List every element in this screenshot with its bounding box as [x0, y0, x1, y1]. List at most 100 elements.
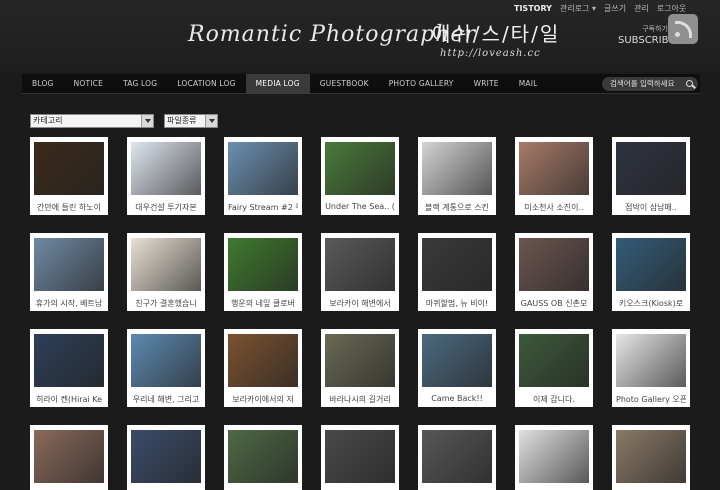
media-caption[interactable]: Photo Gallery 오픈 — [616, 394, 686, 405]
media-card[interactable]: 키오스크(Kiosk)로 — [612, 233, 690, 311]
media-caption[interactable]: 보라카이 해변에서 — [325, 298, 395, 309]
media-caption[interactable]: 미소천사 소진이.. — [519, 202, 589, 213]
nav-item-tag-log[interactable]: TAG LOG — [113, 74, 167, 94]
media-card[interactable]: GAUSS OB 신촌모 — [515, 233, 593, 311]
media-card[interactable]: Fairy Stream #2 무 — [224, 137, 302, 215]
media-caption[interactable]: 간만에 들린 하노이 — [34, 202, 104, 213]
media-caption[interactable]: Fairy Stream #2 무 — [228, 202, 298, 213]
media-caption[interactable]: 블랙 계통으로 스킨 — [422, 202, 492, 213]
media-thumbnail[interactable] — [34, 430, 104, 483]
media-thumbnail[interactable] — [616, 334, 686, 387]
media-card[interactable]: 친구가 결혼했습니 — [127, 233, 205, 311]
media-card[interactable]: 미소천사 소진이.. — [515, 137, 593, 215]
nav-item-guestbook[interactable]: GUESTBOOK — [310, 74, 379, 94]
subscribe-label[interactable]: 구독하기 SUBSCRIBE — [618, 24, 675, 46]
topbar-link-log[interactable]: 관리로그 ▾ — [560, 3, 596, 14]
media-thumbnail[interactable] — [422, 238, 492, 291]
media-caption[interactable]: 마퀴할멈, 뉴 비이! — [422, 298, 492, 309]
media-thumbnail[interactable] — [325, 334, 395, 387]
media-card[interactable] — [127, 425, 205, 490]
nav-item-location-log[interactable]: LOCATION LOG — [167, 74, 245, 94]
topbar-link-write[interactable]: 글쓰기 — [604, 3, 626, 14]
filetype-select[interactable]: 파일종류 — [164, 114, 218, 128]
media-caption[interactable]: GAUSS OB 신촌모 — [519, 298, 589, 309]
media-card[interactable]: 우리네 해변, 그리고 — [127, 329, 205, 407]
media-card[interactable]: 이제 갑니다. — [515, 329, 593, 407]
media-thumbnail[interactable] — [325, 430, 395, 483]
media-card[interactable]: 블랙 계통으로 스킨 — [418, 137, 496, 215]
media-card[interactable]: 대우건설 투기자본 — [127, 137, 205, 215]
media-thumbnail[interactable] — [228, 334, 298, 387]
media-card[interactable] — [418, 425, 496, 490]
media-caption[interactable]: 키오스크(Kiosk)로 — [616, 298, 686, 309]
media-card[interactable] — [30, 425, 108, 490]
media-thumbnail[interactable] — [34, 238, 104, 291]
media-caption[interactable]: Came Back!! — [422, 394, 492, 403]
media-thumbnail[interactable] — [34, 142, 104, 195]
media-thumbnail[interactable] — [422, 430, 492, 483]
media-thumbnail[interactable] — [228, 430, 298, 483]
media-thumbnail[interactable] — [34, 334, 104, 387]
media-card[interactable]: 점박이 삼남매.. — [612, 137, 690, 215]
media-thumbnail[interactable] — [325, 238, 395, 291]
media-card[interactable] — [321, 425, 399, 490]
media-thumbnail[interactable] — [519, 430, 589, 483]
media-thumbnail[interactable] — [228, 142, 298, 195]
topbar-link-logout[interactable]: 로그아웃 — [657, 3, 686, 14]
nav-item-blog[interactable]: BLOG — [22, 74, 64, 94]
rss-icon[interactable] — [668, 14, 698, 44]
media-thumbnail[interactable] — [131, 334, 201, 387]
media-card[interactable] — [515, 425, 593, 490]
media-thumbnail[interactable] — [131, 430, 201, 483]
media-caption[interactable]: Under The Sea.. ( — [325, 202, 395, 211]
media-caption[interactable]: 행운의 네잎 클로버 — [228, 298, 298, 309]
nav-item-mail[interactable]: MAIL — [509, 74, 548, 94]
media-card[interactable] — [224, 425, 302, 490]
media-caption[interactable]: 점박이 삼남매.. — [616, 202, 686, 213]
media-thumbnail[interactable] — [422, 142, 492, 195]
media-caption[interactable]: 우리네 해변, 그리고 — [131, 394, 201, 405]
media-thumbnail[interactable] — [325, 142, 395, 195]
media-caption[interactable]: 이제 갑니다. — [519, 394, 589, 405]
chevron-down-icon[interactable] — [141, 115, 153, 127]
site-name-korean[interactable]: 애쉬/스/타/일 — [432, 18, 560, 47]
media-thumbnail[interactable] — [519, 334, 589, 387]
media-thumbnail[interactable] — [519, 142, 589, 195]
media-card[interactable]: Photo Gallery 오픈 — [612, 329, 690, 407]
media-caption[interactable]: 보라카이에서의 저 — [228, 394, 298, 405]
topbar-link-admin[interactable]: 관리 — [634, 3, 649, 14]
media-thumbnail[interactable] — [131, 238, 201, 291]
search-icon[interactable] — [686, 79, 693, 87]
media-thumbnail[interactable] — [228, 238, 298, 291]
media-card[interactable]: Under The Sea.. ( — [321, 137, 399, 215]
media-thumbnail[interactable] — [519, 238, 589, 291]
media-caption[interactable]: 휴가의 시작, 베트남 — [34, 298, 104, 309]
media-card[interactable]: 보라카이에서의 저 — [224, 329, 302, 407]
media-card[interactable] — [612, 425, 690, 490]
media-card[interactable]: 바라나시의 길거리 — [321, 329, 399, 407]
media-caption[interactable]: 친구가 결혼했습니 — [131, 298, 201, 309]
media-caption[interactable]: 바라나시의 길거리 — [325, 394, 395, 405]
media-card[interactable]: 보라카이 해변에서 — [321, 233, 399, 311]
media-thumbnail[interactable] — [616, 142, 686, 195]
media-thumbnail[interactable] — [422, 334, 492, 387]
category-select[interactable]: 카테고리 — [30, 114, 154, 128]
media-caption[interactable]: 대우건설 투기자본 — [131, 202, 201, 213]
tistory-brand[interactable]: TISTORY — [514, 4, 552, 13]
media-card[interactable]: 휴가의 시작, 베트남 — [30, 233, 108, 311]
nav-item-write[interactable]: WRITE — [464, 74, 509, 94]
media-card[interactable]: 히라이 켄(Hirai Ke — [30, 329, 108, 407]
media-thumbnail[interactable] — [616, 238, 686, 291]
nav-item-photo-gallery[interactable]: PHOTO GALLERY — [379, 74, 464, 94]
media-caption[interactable]: 히라이 켄(Hirai Ke — [34, 394, 104, 405]
nav-item-notice[interactable]: NOTICE — [64, 74, 113, 94]
media-card[interactable]: 행운의 네잎 클로버 — [224, 233, 302, 311]
media-card[interactable]: 마퀴할멈, 뉴 비이! — [418, 233, 496, 311]
chevron-down-icon[interactable] — [205, 115, 217, 127]
media-card[interactable]: 간만에 들린 하노이 — [30, 137, 108, 215]
media-thumbnail[interactable] — [131, 142, 201, 195]
search-input[interactable]: 검색어를 입력하세요 — [602, 76, 698, 91]
nav-item-media-log[interactable]: MEDIA LOG — [245, 73, 310, 94]
site-url[interactable]: http://loveash.cc — [440, 48, 541, 59]
media-thumbnail[interactable] — [616, 430, 686, 483]
